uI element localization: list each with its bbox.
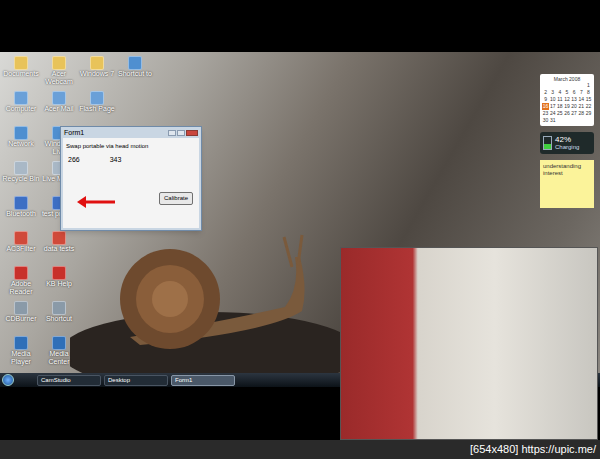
shortcut-icon xyxy=(14,161,28,175)
calendar-day[interactable]: 11 xyxy=(556,96,563,103)
window-body: Swap portable via head motion 266 343 Calib… xyxy=(63,138,199,228)
webcam-video xyxy=(340,247,598,440)
shortcut-icon xyxy=(14,231,28,245)
calendar-day[interactable]: 23 xyxy=(542,110,549,117)
snail-wallpaper-icon xyxy=(70,227,350,373)
desktop-icon[interactable]: AC3Filter xyxy=(2,231,40,266)
shortcut-icon xyxy=(90,91,104,105)
caption-text: [654x480] https://upic.me/ xyxy=(470,443,596,456)
shortcut-icon xyxy=(52,91,66,105)
calendar-day[interactable]: 1 xyxy=(585,82,592,89)
calendar-day[interactable]: 26 xyxy=(563,110,570,117)
shortcut-icon xyxy=(14,56,28,70)
shortcut-icon xyxy=(90,56,104,70)
calendar-day[interactable]: 6 xyxy=(571,89,578,96)
calendar-day[interactable]: 7 xyxy=(578,89,585,96)
calendar-day[interactable]: 17 xyxy=(549,103,556,110)
shortcut-icon xyxy=(14,126,28,140)
title-bar[interactable]: Form1 xyxy=(61,127,201,138)
calendar-day[interactable]: 21 xyxy=(578,103,585,110)
minimize-icon[interactable] xyxy=(168,130,176,136)
form-window[interactable]: Form1 Swap portable via head motion 266 343… xyxy=(60,126,202,231)
shortcut-icon xyxy=(14,266,28,280)
shortcut-icon xyxy=(52,266,66,280)
desktop-icon[interactable]: Network xyxy=(2,126,40,161)
calendar-day[interactable]: 2 xyxy=(542,89,549,96)
close-icon[interactable] xyxy=(186,130,198,136)
top-letterbox xyxy=(0,0,600,52)
desktop-icon[interactable]: Documents xyxy=(2,56,40,91)
calendar-day[interactable]: 20 xyxy=(571,103,578,110)
shortcut-icon xyxy=(14,301,28,315)
desktop-icon[interactable]: Media Center xyxy=(40,336,78,371)
shortcut-icon xyxy=(14,196,28,210)
shortcut-icon xyxy=(52,56,66,70)
calendar-day[interactable]: 18 xyxy=(556,103,563,110)
start-orb-icon[interactable] xyxy=(2,374,14,386)
calendar-day[interactable]: 14 xyxy=(578,96,585,103)
gadget-sidebar: March 2008123456789101112131415161718192… xyxy=(540,74,594,208)
calendar-day[interactable]: 4 xyxy=(556,89,563,96)
shortcut-icon xyxy=(52,336,66,350)
shortcut-icon xyxy=(52,301,66,315)
desktop-icon[interactable]: Computer xyxy=(2,91,40,126)
calendar-gadget[interactable]: March 2008123456789101112131415161718192… xyxy=(540,74,594,126)
red-arrow-icon xyxy=(77,196,117,208)
calendar-day[interactable]: 12 xyxy=(563,96,570,103)
taskbar-item[interactable]: Form1 xyxy=(171,375,235,386)
calendar-day[interactable]: 16 xyxy=(542,103,549,110)
sticky-note[interactable]: understanding interest xyxy=(540,160,594,208)
desktop-icon[interactable]: Windows 7 xyxy=(78,56,116,91)
shortcut-icon xyxy=(14,336,28,350)
desktop-icon[interactable]: KB Help xyxy=(40,266,78,301)
desktop-icon[interactable]: Recycle Bin xyxy=(2,161,40,196)
desktop-icon[interactable]: CDBurner xyxy=(2,301,40,336)
calendar-day[interactable]: 5 xyxy=(563,89,570,96)
desktop-icon[interactable]: Adobe Reader xyxy=(2,266,40,301)
desktop-icon[interactable]: data tests xyxy=(40,231,78,266)
value-label: 266 xyxy=(68,156,80,164)
video-frame: DocumentsComputerNetworkRecycle BinBluet… xyxy=(0,0,600,459)
maximize-icon[interactable] xyxy=(177,130,185,136)
taskbar-item[interactable]: Desktop xyxy=(104,375,168,386)
shortcut-icon xyxy=(52,231,66,245)
calendar-day[interactable]: 13 xyxy=(571,96,578,103)
calendar-day[interactable]: 27 xyxy=(571,110,578,117)
desktop-icon[interactable]: Acer Mail xyxy=(40,91,78,126)
desktop-icon[interactable]: Flash Page xyxy=(78,91,116,126)
calendar-day[interactable]: 28 xyxy=(578,110,585,117)
caption-strip: [654x480] https://upic.me/ xyxy=(0,440,600,459)
battery-icon xyxy=(543,136,552,150)
calibrate-button[interactable]: Calibrate xyxy=(159,192,193,205)
calendar-day[interactable]: 30 xyxy=(542,117,549,124)
shortcut-icon xyxy=(14,91,28,105)
message-label: Swap portable via head motion xyxy=(66,142,196,150)
calendar-day[interactable]: 15 xyxy=(585,96,592,103)
calendar-day[interactable]: 22 xyxy=(585,103,592,110)
calendar-day[interactable]: 9 xyxy=(542,96,549,103)
calendar-day[interactable]: 8 xyxy=(585,89,592,96)
calendar-day[interactable]: 3 xyxy=(549,89,556,96)
value-label: 343 xyxy=(110,156,122,164)
battery-gadget: 42%Charging xyxy=(540,132,594,154)
shortcut-icon xyxy=(128,56,142,70)
calendar-day[interactable]: 29 xyxy=(585,110,592,117)
calendar-day[interactable]: 31 xyxy=(549,117,556,124)
desktop-icon[interactable]: Shortcut xyxy=(40,301,78,336)
calendar-day[interactable]: 19 xyxy=(563,103,570,110)
desktop-icon[interactable]: Media Player xyxy=(2,336,40,371)
calendar-day[interactable]: 24 xyxy=(549,110,556,117)
calendar-day[interactable]: 10 xyxy=(549,96,556,103)
calendar-day[interactable]: 25 xyxy=(556,110,563,117)
taskbar-item[interactable]: CamStudio xyxy=(37,375,101,386)
desktop-icon[interactable]: Acer Webcam xyxy=(40,56,78,91)
desktop-icon[interactable]: Bluetooth xyxy=(2,196,40,231)
desktop-icon[interactable]: Shortcut to xyxy=(116,56,154,91)
